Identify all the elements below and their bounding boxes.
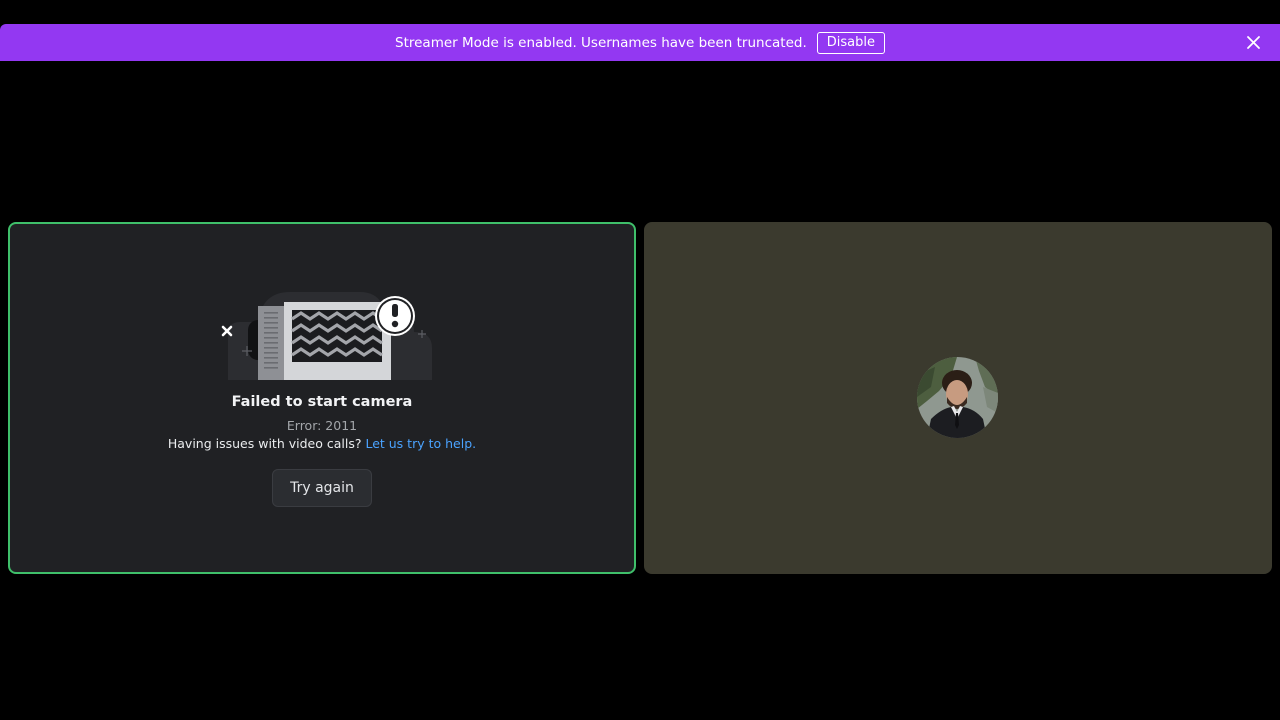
help-link[interactable]: Let us try to help.: [365, 436, 476, 451]
broken-camera-illustration: [221, 292, 432, 380]
streamer-mode-banner: Streamer Mode is enabled. Usernames have…: [0, 24, 1280, 61]
streamer-mode-message: Streamer Mode is enabled. Usernames have…: [395, 34, 807, 51]
disable-streamer-mode-button[interactable]: Disable: [816, 31, 885, 54]
camera-help-line: Having issues with video calls? Let us t…: [10, 436, 634, 451]
try-again-button[interactable]: Try again: [272, 469, 372, 507]
close-icon[interactable]: [1246, 35, 1261, 50]
camera-help-text: Having issues with video calls?: [167, 436, 362, 451]
video-call-screen: Streamer Mode is enabled. Usernames have…: [0, 0, 1280, 720]
title-bar: [0, 0, 1280, 24]
camera-error-code: Error: 2011: [286, 418, 358, 433]
self-camera-tile[interactable]: Failed to start camera Error: 2011 Havin…: [8, 222, 636, 574]
camera-error-title: Failed to start camera: [231, 394, 413, 410]
participant-tile[interactable]: [644, 222, 1272, 574]
user-avatar[interactable]: [917, 357, 998, 438]
